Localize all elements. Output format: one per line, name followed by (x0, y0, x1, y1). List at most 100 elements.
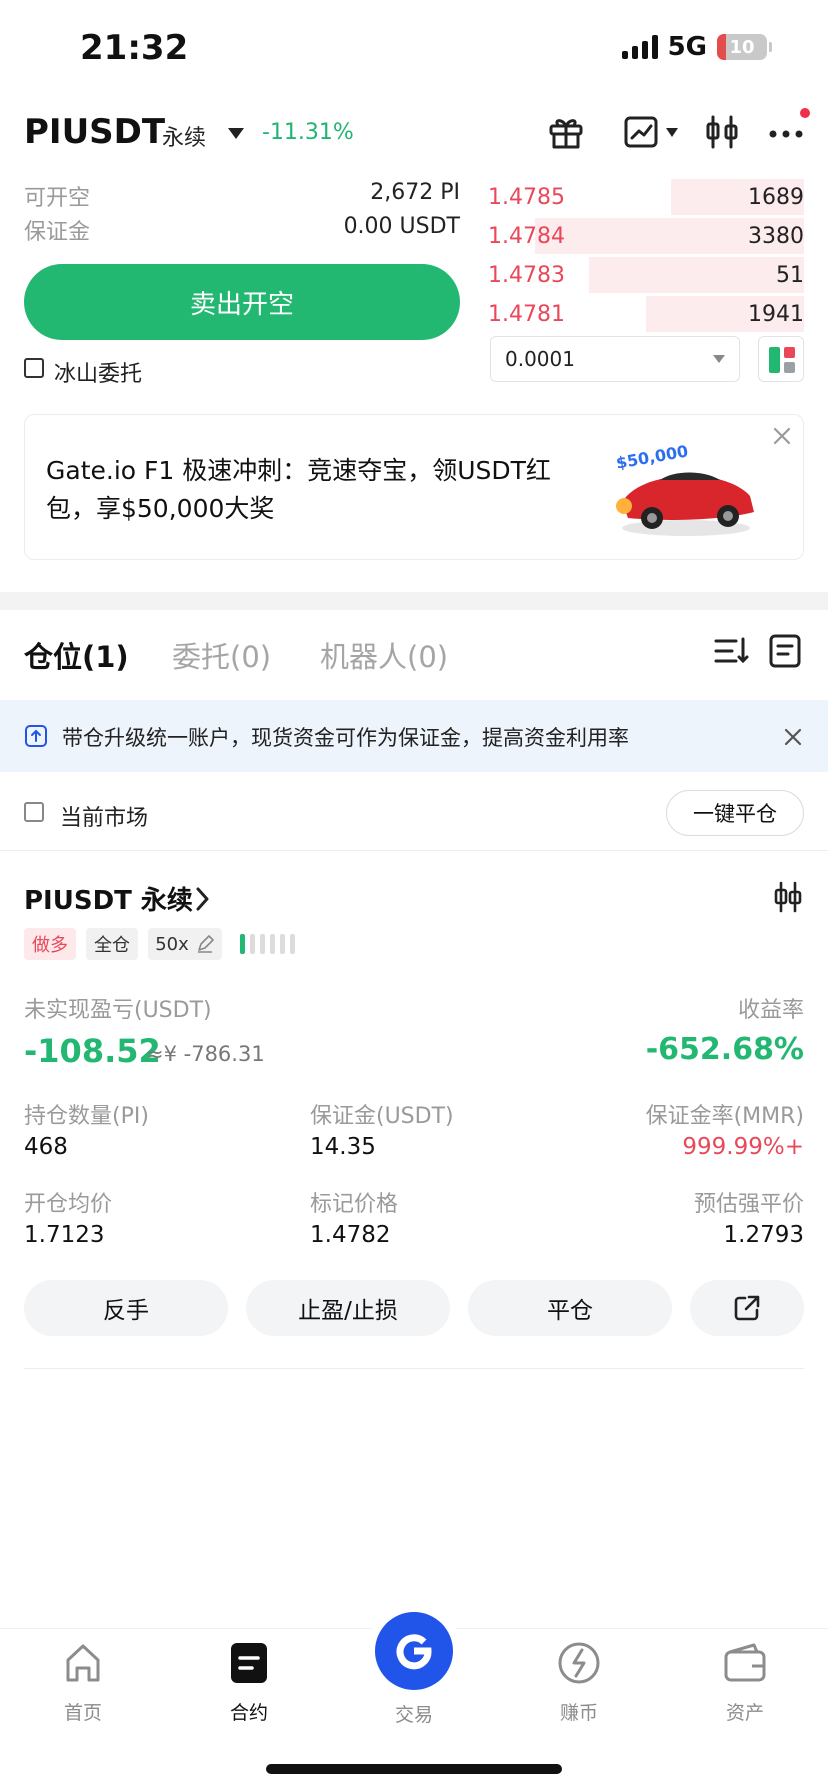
close-icon[interactable] (770, 424, 794, 448)
entry-price-label: 开仓均价 (24, 1192, 113, 1217)
contract-type[interactable]: 永续 (162, 120, 206, 152)
layout-icon (769, 347, 795, 373)
race-car-image: $50,000 (615, 441, 754, 536)
close-icon[interactable] (782, 726, 804, 748)
sell-short-button[interactable]: 卖出开空 (24, 264, 460, 340)
mmr-value: 999.99%+ (682, 1134, 804, 1160)
ask-row[interactable]: 1.4785 1689 (488, 179, 804, 215)
risk-level-indicator (240, 934, 295, 954)
wallet-icon (724, 1643, 766, 1682)
upgrade-info-text: 带仓升级统一账户，现货资金可作为保证金，提高资金利用率 (62, 726, 629, 750)
nav-earn[interactable]: 赚币 (524, 1640, 634, 1725)
mmr-label: 保证金率(MMR) (645, 1104, 804, 1129)
unrealized-pnl-value: -108.52 (24, 1032, 161, 1070)
available-value: 2,672 PI (370, 180, 460, 205)
trade-icon (396, 1634, 432, 1670)
iceberg-checkbox[interactable] (24, 358, 44, 378)
side-tag: 做多 (24, 928, 76, 960)
ask-qty: 51 (776, 262, 804, 288)
more-icon[interactable] (766, 112, 806, 152)
current-market-label[interactable]: 当前市场 (60, 800, 148, 832)
ask-row[interactable]: 1.4781 1941 (488, 296, 804, 332)
tab-positions[interactable]: 仓位(1) (24, 634, 129, 676)
home-indicator (266, 1764, 562, 1774)
chevron-right-icon[interactable] (194, 886, 212, 912)
chart-dropdown-icon[interactable] (666, 128, 678, 137)
battery-level: 10 (729, 36, 755, 58)
close-position-button[interactable]: 平仓 (468, 1280, 672, 1336)
close-all-button[interactable]: 一键平仓 (666, 790, 804, 836)
liq-price-value: 1.2793 (723, 1222, 804, 1248)
battery-icon: 10 (717, 34, 767, 60)
chevron-down-icon (713, 355, 725, 363)
unrealized-pnl-label: 未实现盈亏(USDT) (24, 998, 212, 1023)
earn-icon (558, 1642, 600, 1684)
liq-price-label: 预估强平价 (693, 1192, 804, 1217)
status-indicators: 5G 10 (621, 32, 772, 62)
unrealized-pnl-cny: ≈¥ -786.31 (146, 1042, 265, 1066)
ask-price: 1.4784 (488, 223, 565, 249)
current-market-checkbox[interactable] (24, 802, 44, 822)
mark-price-value: 1.4782 (310, 1222, 391, 1248)
candlestick-icon[interactable] (702, 112, 742, 152)
sort-icon[interactable] (712, 632, 750, 670)
nav-assets[interactable]: 资产 (690, 1640, 800, 1725)
history-icon[interactable] (766, 632, 804, 670)
edit-icon (197, 935, 214, 953)
status-time: 21:32 (80, 28, 189, 68)
orderbook-layout-button[interactable] (758, 336, 804, 382)
position-title[interactable]: PIUSDT 永续 (24, 880, 193, 917)
available-label: 可开空 (24, 186, 91, 211)
network-type: 5G (667, 32, 707, 62)
leverage-tag[interactable]: 50x (148, 928, 222, 960)
margin-label: 保证金(USDT) (310, 1104, 454, 1129)
margin-mode-tag: 全仓 (86, 928, 138, 960)
share-icon (734, 1295, 760, 1321)
share-button[interactable] (690, 1280, 804, 1336)
margin-value: 14.35 (310, 1134, 376, 1160)
nav-home[interactable]: 首页 (28, 1640, 138, 1725)
leverage-value: 50x (155, 933, 189, 955)
ask-row[interactable]: 1.4784 3380 (488, 218, 804, 254)
promo-text[interactable]: Gate.io F1 极速冲刺：竞速夺宝，领USDT红包，享$50,000大奖 (46, 452, 586, 528)
nav-trade[interactable]: 交易 (359, 1700, 469, 1727)
nav-label: 首页 (63, 1702, 102, 1724)
nav-label: 赚币 (559, 1702, 598, 1724)
price-step-value: 0.0001 (505, 347, 575, 371)
pair-dropdown-icon[interactable] (228, 128, 244, 139)
tab-bots[interactable]: 机器人(0) (320, 634, 448, 676)
upgrade-icon (25, 725, 47, 747)
ask-price: 1.4783 (488, 262, 565, 288)
margin-value: 0.00 USDT (343, 214, 460, 239)
reverse-button[interactable]: 反手 (24, 1280, 228, 1336)
tpsl-button[interactable]: 止盈/止损 (246, 1280, 450, 1336)
mark-price-label: 标记价格 (310, 1192, 399, 1217)
price-change: -11.31% (262, 120, 354, 145)
trade-button[interactable] (375, 1612, 453, 1690)
size-value: 468 (24, 1134, 68, 1160)
ask-qty: 1941 (748, 301, 804, 327)
contract-icon (231, 1643, 267, 1683)
nav-label: 合约 (229, 1702, 268, 1724)
entry-price-value: 1.7123 (24, 1222, 105, 1248)
nav-label: 资产 (725, 1702, 764, 1724)
ask-price: 1.4785 (488, 184, 565, 210)
chart-trend-icon[interactable] (622, 112, 662, 152)
cellular-signal-icon (621, 35, 658, 59)
roe-label: 收益率 (737, 998, 804, 1023)
margin-label: 保证金 (24, 220, 91, 245)
candlestick-icon[interactable] (772, 880, 804, 914)
divider (0, 850, 828, 851)
iceberg-label[interactable]: 冰山委托 (54, 356, 142, 388)
price-step-select[interactable]: 0.0001 (490, 336, 740, 382)
gift-icon[interactable] (546, 112, 586, 152)
pair-symbol[interactable]: PIUSDT (24, 112, 165, 152)
nav-contract[interactable]: 合约 (194, 1640, 304, 1725)
promo-badge: $50,000 (615, 441, 690, 472)
roe-value: -652.68% (645, 1032, 804, 1067)
tab-orders[interactable]: 委托(0) (172, 634, 271, 676)
ask-row[interactable]: 1.4783 51 (488, 257, 804, 293)
section-divider (0, 592, 828, 610)
home-icon (66, 1644, 100, 1682)
notification-dot (800, 108, 810, 118)
